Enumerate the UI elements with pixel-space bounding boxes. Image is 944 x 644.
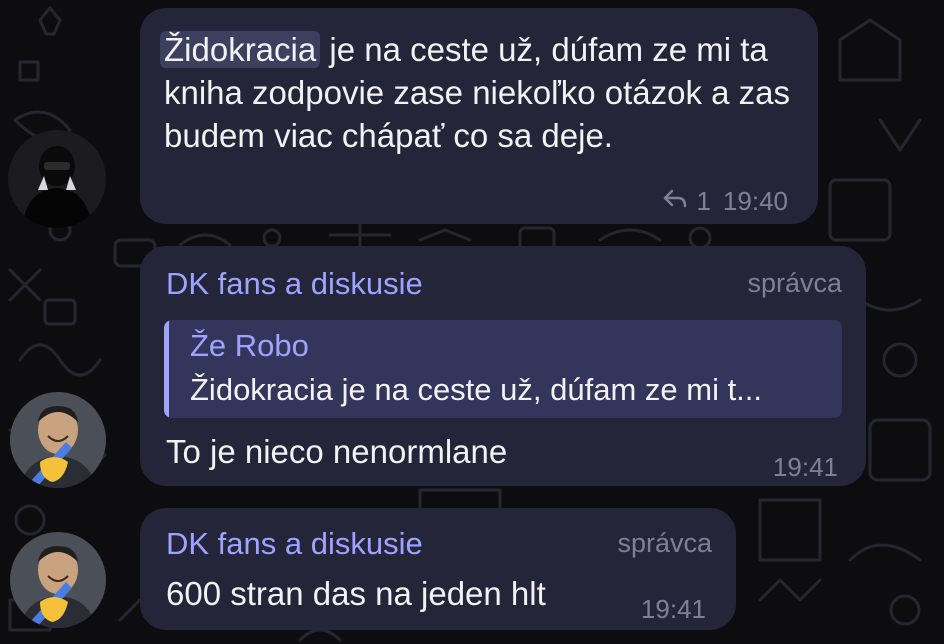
avatar-man-icon [10,392,106,488]
reply-count[interactable]: 1 [696,186,710,217]
message-bubble-2[interactable]: DK fans a diskusie správca Že Robo Židok… [140,246,866,486]
avatar-user-1[interactable] [8,130,106,228]
sender-role-badge: správca [617,528,712,558]
sender-name[interactable]: DK fans a diskusie [166,266,423,302]
message-text-2: To je nieco nenormlane [166,433,508,470]
avatar-hooded-figure-icon [8,130,106,228]
avatar-channel-2[interactable] [10,532,106,628]
message-time-3: 19:41 [640,594,706,624]
message-time-1: 19:40 [722,186,788,216]
message-time-2: 19:41 [772,452,838,482]
message-text-1: Židokracia je na ceste už, dúfam ze mi t… [160,28,794,157]
search-highlight: Židokracia [160,31,321,68]
sender-name[interactable]: DK fans a diskusie [166,526,423,562]
message-meta-1: 1 19:40 [662,186,788,217]
reply-quote[interactable]: Že Robo Židokracia je na ceste už, dúfam… [164,320,842,418]
message-meta-2: 19:41 [773,452,838,483]
message-bubble-3[interactable]: DK fans a diskusie správca 600 stran das… [140,508,736,630]
message-meta-3: 19:41 [641,594,706,625]
quote-author: Že Robo [190,328,309,363]
message-text-3: 600 stran das na jeden hlt [166,575,546,612]
avatar-channel-1[interactable] [10,392,106,488]
reply-arrow-icon[interactable] [662,186,688,217]
quote-text: Židokracia je na ceste už, dúfam ze mi t… [190,372,763,407]
avatar-man-icon [10,532,106,628]
message-bubble-1[interactable]: Židokracia je na ceste už, dúfam ze mi t… [140,8,818,224]
quote-accent-bar [164,320,169,418]
sender-role-badge: správca [747,268,842,298]
